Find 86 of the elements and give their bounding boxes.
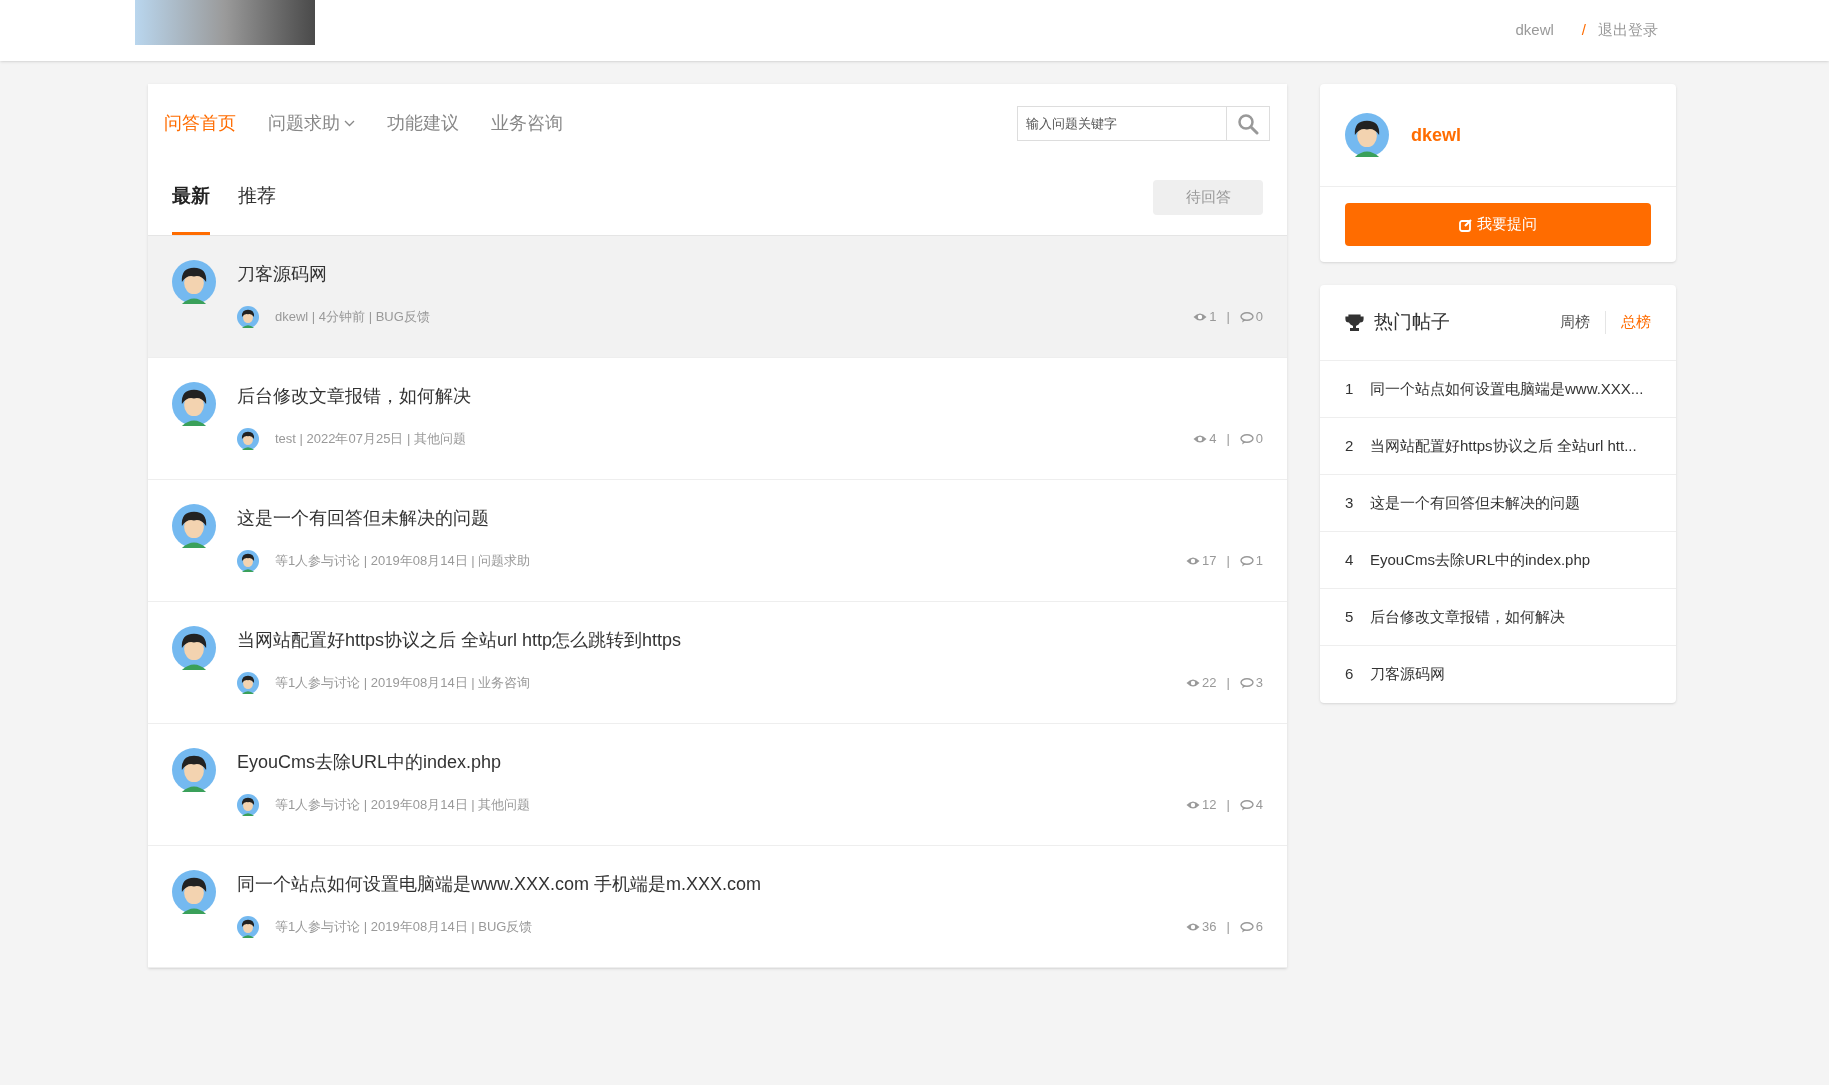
view-count: 36 bbox=[1201, 918, 1217, 937]
avatar-icon bbox=[237, 428, 259, 450]
avatar-icon bbox=[237, 306, 259, 328]
rank-number: 3 bbox=[1345, 492, 1355, 513]
question-title[interactable]: 同一个站点如何设置电脑端是www.XXX.com 手机端是m.XXX.com bbox=[237, 871, 762, 898]
nav-link[interactable]: 功能建议 bbox=[387, 110, 459, 137]
stat-separator: | bbox=[1226, 430, 1230, 449]
avatar-icon bbox=[237, 794, 259, 816]
avatar-icon bbox=[237, 916, 259, 938]
question-meta: 等1人参与讨论 | 2019年08月14日 | 其他问题 bbox=[275, 796, 531, 815]
hot-post-link[interactable]: EyouCms去除URL中的index.php bbox=[1370, 548, 1591, 572]
rank-number: 5 bbox=[1345, 606, 1355, 627]
view-count: 4 bbox=[1209, 430, 1217, 449]
view-count: 1 bbox=[1209, 308, 1217, 327]
stat-separator: | bbox=[1226, 308, 1230, 327]
avatar-icon bbox=[172, 382, 216, 426]
comment-icon bbox=[1239, 555, 1254, 567]
answer-count: 0 bbox=[1255, 430, 1263, 449]
rank-number: 6 bbox=[1345, 664, 1355, 685]
comment-icon bbox=[1239, 677, 1254, 689]
answer-count: 3 bbox=[1255, 674, 1263, 693]
search-input[interactable]: 输入问题关键字 bbox=[1018, 107, 1226, 140]
view-count: 17 bbox=[1201, 552, 1217, 571]
question-meta: 等1人参与讨论 | 2019年08月14日 | 问题求助 bbox=[275, 552, 531, 571]
question-row[interactable]: 这是一个有回答但未解决的问题 等1人参与讨论 | 2019年08月14日 | 问题求助 17 | 1 bbox=[148, 480, 1287, 602]
hot-post-link[interactable]: 这是一个有回答但未解决的问题 bbox=[1370, 491, 1580, 515]
question-meta: dkewl | 4分钟前 | BUG反馈 bbox=[275, 308, 430, 327]
question-row[interactable]: 刀客源码网 dkewl | 4分钟前 | BUG反馈 1 | 0 bbox=[148, 236, 1287, 358]
trophy-icon bbox=[1345, 313, 1364, 332]
eye-icon bbox=[1193, 312, 1208, 322]
question-title[interactable]: 后台修改文章报错，如何解决 bbox=[237, 383, 471, 410]
view-count: 12 bbox=[1201, 796, 1217, 815]
avatar-icon bbox=[172, 870, 216, 914]
eye-icon bbox=[1193, 434, 1208, 444]
avatar-icon bbox=[237, 672, 259, 694]
question-row[interactable]: 后台修改文章报错，如何解决 test | 2022年07月25日 | 其他问题 4 | 0 bbox=[148, 358, 1287, 480]
comment-icon bbox=[1239, 921, 1254, 933]
answer-count: 6 bbox=[1255, 918, 1263, 937]
avatar-icon bbox=[172, 504, 216, 548]
edit-icon bbox=[1459, 217, 1473, 232]
hot-posts-title: 热门帖子 bbox=[1374, 310, 1450, 335]
stat-separator: | bbox=[1226, 674, 1230, 693]
hot-post-link[interactable]: 刀客源码网 bbox=[1370, 663, 1445, 686]
search-field[interactable]: 输入问题关键字 bbox=[1017, 106, 1270, 141]
question-title[interactable]: 刀客源码网 bbox=[237, 261, 327, 288]
ranking-tab[interactable]: 周榜 bbox=[1560, 311, 1605, 334]
avatar-icon bbox=[172, 748, 216, 792]
question-row[interactable]: 同一个站点如何设置电脑端是www.XXX.com 手机端是m.XXX.com 等1人参与讨论 | 2019年08月14日 | BUG反馈 36 | 6 bbox=[148, 846, 1287, 968]
question-title[interactable]: EyouCms去除URL中的index.php bbox=[237, 749, 502, 776]
logo-image[interactable] bbox=[135, 0, 315, 45]
eye-icon bbox=[1185, 556, 1200, 566]
question-title[interactable]: 当网站配置好https协议之后 全站url http怎么跳转到https bbox=[237, 627, 682, 654]
avatar-icon bbox=[172, 626, 216, 670]
avatar-icon bbox=[237, 550, 259, 572]
avatar-icon bbox=[1345, 113, 1389, 157]
separator: / bbox=[1581, 20, 1586, 41]
eye-icon bbox=[1185, 678, 1200, 688]
answer-count: 1 bbox=[1255, 552, 1263, 571]
answer-count: 0 bbox=[1255, 308, 1263, 327]
question-row[interactable]: 当网站配置好https协议之后 全站url http怎么跳转到https 等1人参与讨论 | 2019年08月14日 | 业务咨询 22 | 3 bbox=[148, 602, 1287, 724]
question-meta: test | 2022年07月25日 | 其他问题 bbox=[275, 430, 466, 449]
eye-icon bbox=[1185, 922, 1200, 932]
question-row[interactable]: EyouCms去除URL中的index.php 等1人参与讨论 | 2019年08月14日 | 其他问题 12 | 4 bbox=[148, 724, 1287, 846]
eye-icon bbox=[1185, 800, 1200, 810]
question-meta: 等1人参与讨论 | 2019年08月14日 | BUG反馈 bbox=[275, 918, 533, 937]
sort-tab[interactable]: 推荐 bbox=[238, 181, 276, 235]
comment-icon bbox=[1239, 311, 1254, 323]
nav-link[interactable]: 问题求助 bbox=[268, 110, 355, 137]
rank-number: 1 bbox=[1345, 378, 1355, 399]
rank-number: 4 bbox=[1345, 549, 1355, 570]
comment-icon bbox=[1239, 433, 1254, 445]
rank-number: 2 bbox=[1345, 435, 1355, 456]
hot-post-link[interactable]: 同一个站点如何设置电脑端是www.XXX... bbox=[1370, 377, 1644, 401]
stat-separator: | bbox=[1226, 796, 1230, 815]
caret-icon bbox=[344, 120, 355, 127]
hot-post-link[interactable]: 当网站配置好https协议之后 全站url htt... bbox=[1370, 434, 1637, 458]
hot-post-link[interactable]: 后台修改文章报错，如何解决 bbox=[1370, 605, 1565, 629]
view-count: 22 bbox=[1201, 674, 1217, 693]
answer-count: 4 bbox=[1255, 796, 1263, 815]
nav-link[interactable]: 业务咨询 bbox=[491, 110, 563, 137]
comment-icon bbox=[1239, 799, 1254, 811]
question-meta: 等1人参与讨论 | 2019年08月14日 | 业务咨询 bbox=[275, 674, 531, 693]
stat-separator: | bbox=[1226, 552, 1230, 571]
stat-separator: | bbox=[1226, 918, 1230, 937]
avatar-icon bbox=[172, 260, 216, 304]
question-title[interactable]: 这是一个有回答但未解决的问题 bbox=[237, 505, 489, 532]
